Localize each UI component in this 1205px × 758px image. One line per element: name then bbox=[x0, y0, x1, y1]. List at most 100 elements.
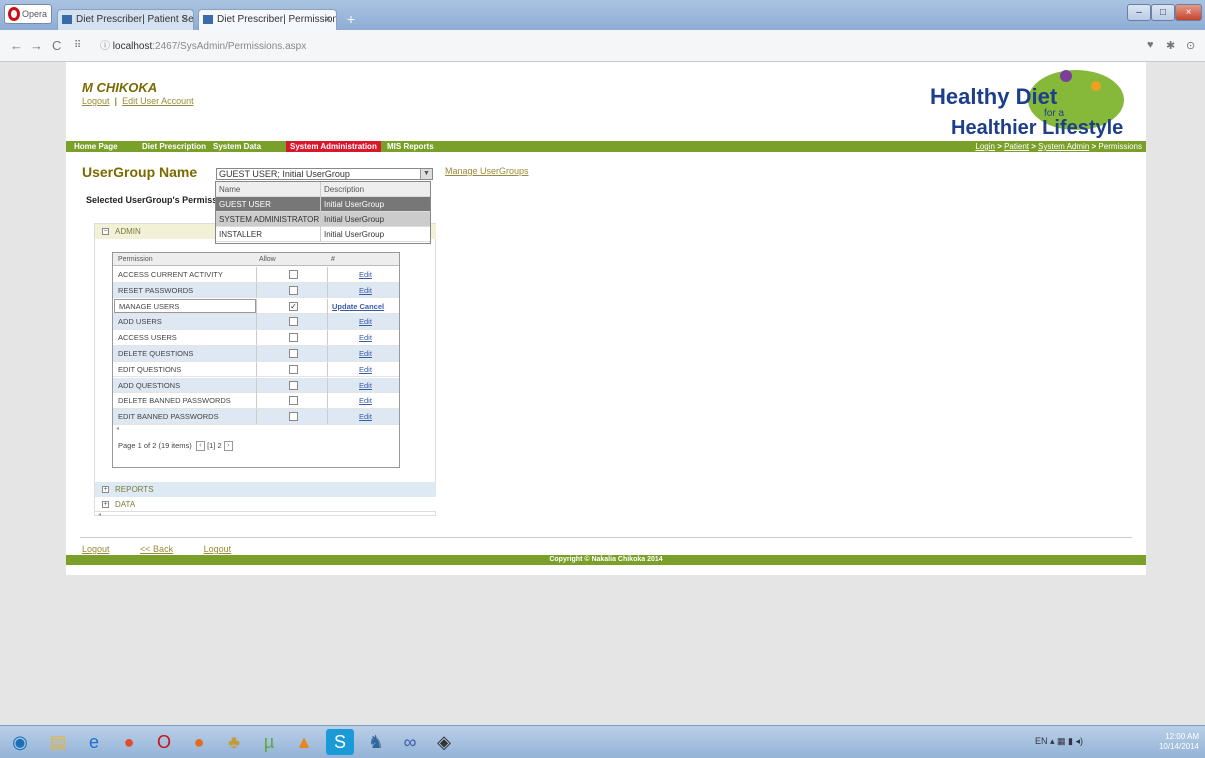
tree-node-data[interactable]: + DATA bbox=[95, 497, 436, 512]
edit-link[interactable]: Edit bbox=[359, 409, 372, 424]
logout-link[interactable]: Logout bbox=[82, 96, 110, 106]
close-tab-icon[interactable]: × bbox=[182, 10, 188, 29]
allow-checkbox[interactable] bbox=[289, 270, 298, 279]
permission-name: DELETE BANNED PASSWORDS bbox=[118, 396, 231, 406]
allow-checkbox[interactable] bbox=[289, 412, 298, 422]
reload-icon[interactable]: C bbox=[52, 38, 61, 53]
footer-logout-link[interactable]: Logout bbox=[82, 544, 110, 554]
prev-page-button[interactable]: ‹ bbox=[195, 441, 205, 452]
info-icon: ⓘ bbox=[100, 41, 113, 52]
table-row: ADD USERS Edit bbox=[113, 314, 399, 330]
system-tray[interactable]: EN ▴ ▦ ▮ ◂) bbox=[1035, 736, 1083, 747]
tab-patient-search[interactable]: Diet Prescriber| Patient Se × bbox=[57, 9, 194, 30]
extensions-icon[interactable]: ✱ bbox=[1166, 39, 1175, 52]
infinity-app-icon[interactable]: ∞ bbox=[396, 729, 424, 755]
allow-checkbox[interactable] bbox=[289, 396, 298, 406]
edit-link[interactable]: Edit bbox=[359, 393, 372, 408]
chrome-icon[interactable]: ● bbox=[115, 729, 143, 755]
permission-name: DELETE QUESTIONS bbox=[118, 349, 194, 358]
column-header-allow[interactable]: Allow bbox=[259, 253, 276, 266]
permission-name: RESET PASSWORDS bbox=[118, 285, 194, 295]
media-app-icon[interactable]: ◈ bbox=[430, 729, 458, 755]
dropdown-option[interactable]: GUEST USER Initial UserGroup bbox=[216, 197, 430, 212]
logo-line3: Healthier Lifestyle bbox=[951, 117, 1123, 139]
nav-diet-prescription[interactable]: Diet Prescription bbox=[138, 141, 210, 152]
nav-home[interactable]: Home Page bbox=[70, 141, 122, 152]
allow-checkbox[interactable] bbox=[289, 285, 298, 295]
edit-link[interactable]: Edit bbox=[359, 330, 372, 345]
page-favicon-icon bbox=[62, 15, 72, 24]
dropdown-option[interactable]: SYSTEM ADMINISTRATOR Initial UserGroup bbox=[216, 212, 430, 227]
postgres-icon[interactable]: ♞ bbox=[362, 729, 390, 755]
grid-horizontal-scrollbar[interactable]: ◂ bbox=[113, 425, 399, 433]
crumb-login[interactable]: Login bbox=[975, 142, 995, 151]
back-icon[interactable]: ← bbox=[10, 38, 23, 53]
app-icon[interactable]: ♣ bbox=[220, 729, 248, 755]
nav-system-data[interactable]: System Data bbox=[209, 141, 265, 152]
tree-node-reports[interactable]: + REPORTS bbox=[95, 482, 436, 497]
permission-name[interactable]: MANAGE USERS bbox=[114, 298, 256, 313]
tree-horizontal-scrollbar[interactable]: ◂ bbox=[95, 511, 436, 518]
breadcrumb: Login > Patient > System Admin > Permiss… bbox=[975, 142, 1142, 151]
manage-usergroups-link[interactable]: Manage UserGroups bbox=[445, 166, 529, 176]
expand-icon[interactable]: + bbox=[102, 486, 109, 493]
cancel-link[interactable]: Cancel bbox=[360, 302, 385, 311]
utorrent-icon[interactable]: µ bbox=[255, 729, 283, 755]
allow-checkbox[interactable] bbox=[289, 349, 298, 358]
permission-name: EDIT BANNED PASSWORDS bbox=[118, 412, 219, 422]
chevron-down-icon[interactable]: ▼ bbox=[420, 169, 432, 179]
opera-menu-button[interactable]: Opera bbox=[4, 4, 52, 24]
edit-link[interactable]: Edit bbox=[359, 314, 372, 329]
url-field[interactable]: ⓘ localhost:2467/SysAdmin/Permissions.as… bbox=[100, 37, 1140, 57]
allow-checkbox[interactable] bbox=[289, 380, 298, 390]
usergroup-dropdown-list: Name Description GUEST USER Initial UserGr… bbox=[215, 181, 431, 244]
permissions-grid: Permission Allow # ACCESS CURRENT ACTIVI… bbox=[112, 252, 400, 468]
internet-explorer-icon[interactable]: e bbox=[80, 729, 108, 755]
next-page-button[interactable]: › bbox=[223, 441, 233, 452]
usergroup-combobox[interactable]: GUEST USER; Initial UserGroup ▼ bbox=[216, 168, 433, 180]
file-explorer-icon[interactable]: ▤ bbox=[44, 729, 72, 755]
nav-system-administration[interactable]: System Administration bbox=[286, 141, 381, 152]
update-link[interactable]: Update bbox=[332, 302, 357, 311]
allow-checkbox[interactable] bbox=[289, 317, 298, 327]
edit-link[interactable]: Edit bbox=[359, 378, 372, 393]
edit-link[interactable]: Edit bbox=[359, 283, 372, 298]
skype-icon[interactable]: S bbox=[326, 729, 354, 755]
allow-checkbox[interactable]: ✓ bbox=[289, 301, 298, 311]
clock[interactable]: 12:00 AM 10/14/2014 bbox=[1159, 732, 1199, 752]
collapse-icon[interactable]: − bbox=[102, 228, 109, 235]
crumb-patient[interactable]: Patient bbox=[1004, 142, 1029, 151]
edit-link[interactable]: Edit bbox=[359, 267, 372, 282]
table-row: ACCESS USERS Edit bbox=[113, 330, 399, 346]
speed-dial-icon[interactable]: ⠿ bbox=[74, 40, 81, 51]
edit-account-link[interactable]: Edit User Account bbox=[122, 96, 194, 106]
start-button-icon[interactable]: ◉ bbox=[6, 729, 34, 755]
download-icon[interactable]: ⊙ bbox=[1186, 39, 1195, 52]
copyright-bar: Copyright © Nakalia Chikoka 2014 bbox=[66, 555, 1146, 565]
back-link[interactable]: << Back bbox=[140, 544, 173, 554]
firefox-icon[interactable]: ● bbox=[185, 729, 213, 755]
crumb-system-admin[interactable]: System Admin bbox=[1038, 142, 1089, 151]
maximize-button[interactable]: □ bbox=[1151, 4, 1175, 21]
new-tab-button[interactable]: + bbox=[340, 10, 362, 28]
footer-logout-link-2[interactable]: Logout bbox=[204, 544, 232, 554]
allow-checkbox[interactable] bbox=[289, 333, 298, 343]
close-tab-icon[interactable]: × bbox=[325, 10, 331, 29]
opera-taskbar-icon[interactable]: O bbox=[150, 729, 178, 755]
tab-permissions[interactable]: Diet Prescriber| Permission × bbox=[198, 9, 337, 30]
heart-icon[interactable]: ♥ bbox=[1147, 39, 1154, 51]
close-window-button[interactable]: × bbox=[1175, 4, 1202, 21]
column-header-permission[interactable]: Permission bbox=[118, 253, 153, 266]
vlc-icon[interactable]: ▲ bbox=[290, 729, 318, 755]
forward-icon[interactable]: → bbox=[30, 38, 43, 53]
minimize-button[interactable]: – bbox=[1127, 4, 1151, 21]
divider bbox=[80, 537, 1132, 538]
edit-link[interactable]: Edit bbox=[359, 362, 372, 377]
edit-link[interactable]: Edit bbox=[359, 346, 372, 361]
expand-icon[interactable]: + bbox=[102, 501, 109, 508]
dropdown-option[interactable]: INSTALLER Initial UserGroup bbox=[216, 227, 430, 242]
nav-mis-reports[interactable]: MIS Reports bbox=[383, 141, 438, 152]
user-name: M CHIKOKA bbox=[82, 80, 158, 95]
page-2-link[interactable]: 2 bbox=[218, 441, 222, 450]
allow-checkbox[interactable] bbox=[289, 364, 298, 374]
